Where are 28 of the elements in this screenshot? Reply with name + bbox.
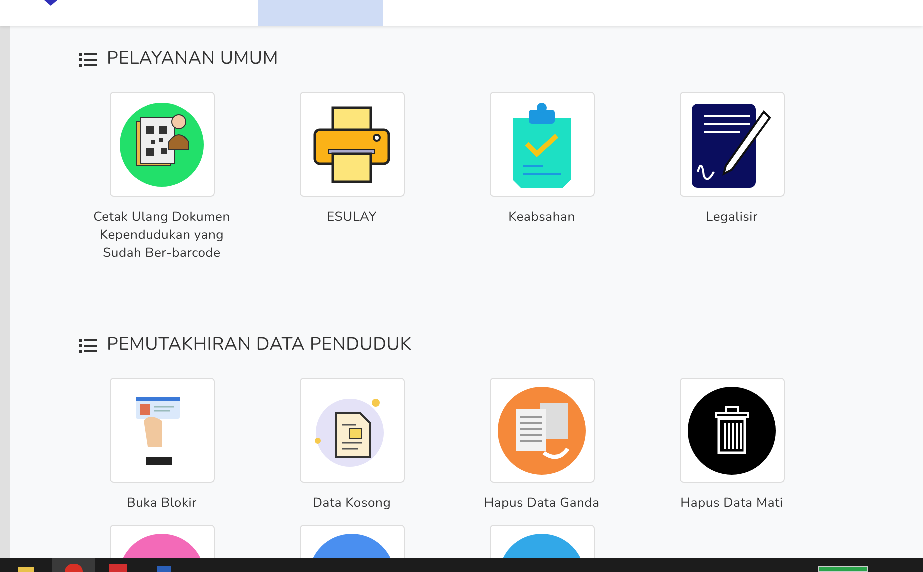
service-label: Hapus Data Ganda — [483, 494, 601, 512]
qr-document-icon — [119, 102, 205, 188]
service-tile[interactable] — [110, 378, 214, 483]
service-label: Buka Blokir — [126, 494, 198, 512]
browser-taskbar-button[interactable] — [52, 558, 95, 572]
list-icon — [79, 338, 97, 352]
service-tile[interactable] — [490, 378, 594, 483]
service-tile[interactable] — [490, 92, 594, 197]
service-label: Cetak Ulang Dokumen Kependudukan yang Sudah Ber-barcode — [92, 208, 232, 262]
service-tile[interactable] — [300, 378, 404, 483]
trash-icon — [688, 386, 776, 474]
service-tile[interactable] — [300, 92, 404, 197]
service-tile[interactable] — [110, 92, 214, 197]
service-tile[interactable] — [680, 92, 784, 197]
service-tile[interactable] — [680, 378, 784, 483]
copy-documents-icon — [498, 386, 586, 474]
tray-app-icon[interactable] — [818, 566, 868, 572]
service-label: Keabsahan — [508, 208, 576, 226]
service-label: Hapus Data Mati — [680, 494, 784, 512]
service-label: Data Kosong — [312, 494, 392, 512]
section-heading: PELAYANAN UMUM — [107, 46, 279, 73]
service-label: Legalisir — [705, 208, 759, 226]
logo-icon — [44, 0, 58, 6]
signed-document-icon — [692, 102, 772, 188]
section-heading: PEMUTAKHIRAN DATA PENDUDUK — [107, 332, 412, 359]
service-label: ESULAY — [326, 208, 378, 226]
list-icon — [79, 52, 97, 66]
clipboard-check-icon — [511, 102, 573, 188]
